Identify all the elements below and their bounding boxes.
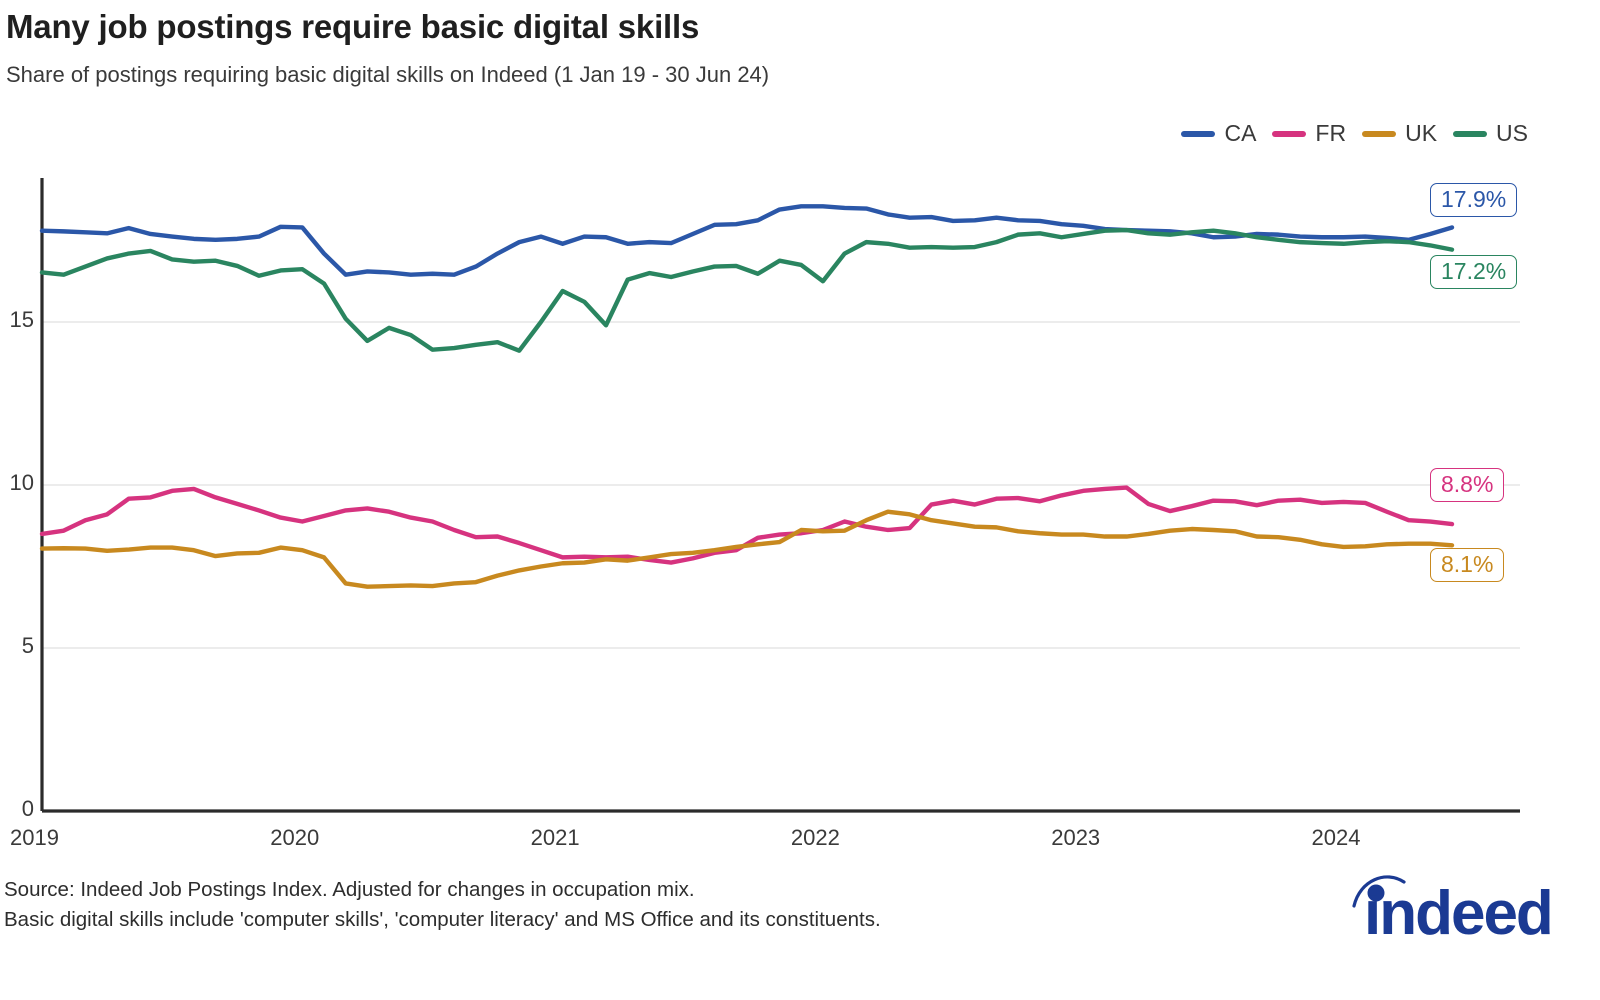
y-axis-tick-10: 10 bbox=[9, 470, 34, 495]
indeed-logo: indeed bbox=[1352, 875, 1554, 936]
x-axis-tick-2023: 2023 bbox=[1051, 825, 1101, 850]
end-label-ca: 17.9% bbox=[1430, 183, 1518, 217]
x-axis-tick-2020: 2020 bbox=[270, 825, 320, 850]
series-line-uk bbox=[39, 509, 1455, 589]
gridlines bbox=[42, 321, 1520, 649]
series-line-us bbox=[39, 227, 1455, 353]
series-line-ca bbox=[39, 204, 1455, 277]
y-axis-tick-15: 15 bbox=[9, 307, 34, 332]
logo-wordmark: indeed bbox=[1364, 879, 1552, 936]
source-note-line-2: Basic digital skills include 'computer s… bbox=[4, 908, 881, 931]
chart-page: Many job postings require basic digital … bbox=[0, 0, 1600, 1000]
x-axis-tick-2019: 2019 bbox=[10, 825, 59, 850]
end-label-us: 17.2% bbox=[1430, 255, 1518, 289]
x-axis-tick-2021: 2021 bbox=[530, 825, 580, 850]
y-axis-tick-5: 5 bbox=[21, 633, 34, 658]
x-axis-tick-2024: 2024 bbox=[1311, 825, 1361, 850]
series-lines bbox=[39, 204, 1455, 589]
source-note-line-1: Source: Indeed Job Postings Index. Adjus… bbox=[4, 878, 695, 901]
end-label-fr: 8.8% bbox=[1430, 468, 1505, 502]
y-axis-tick-0: 0 bbox=[21, 796, 34, 821]
end-label-uk: 8.1% bbox=[1430, 548, 1505, 582]
x-axis-tick-2022: 2022 bbox=[790, 825, 840, 850]
